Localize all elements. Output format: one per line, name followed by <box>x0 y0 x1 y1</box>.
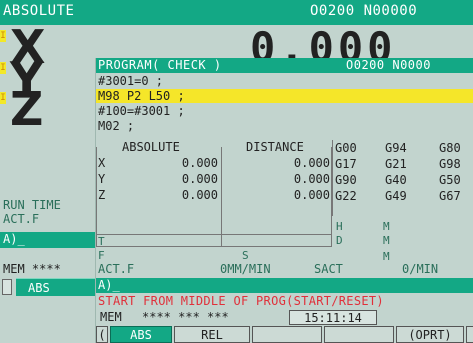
distance-value: 0.000 <box>293 156 330 170</box>
gcode: G40 <box>385 173 407 187</box>
absolute-value: 0.000 <box>181 156 218 170</box>
absolute-header: ABSOLUTE <box>122 140 180 154</box>
softkey-rel-button[interactable]: REL <box>174 326 250 343</box>
status-mode: MEM **** <box>3 262 61 276</box>
status-bar: MEM **** *** *** 15:11:14 <box>96 310 473 325</box>
gcode-row: G17 G21 G98 <box>333 156 473 172</box>
t-code-label: T <box>98 235 105 248</box>
axis-marker-z: I <box>0 92 6 104</box>
actual-feed-row: ACT.F 0MM/MIN SACT 0/MIN <box>96 262 473 276</box>
axis-label-z: Z <box>10 82 44 136</box>
program-line-current[interactable]: M98 P2 L50 ; <box>96 89 473 103</box>
program-line[interactable]: #100=#3001 ; <box>96 104 473 118</box>
axis-name: Y <box>98 172 106 186</box>
screen-title: PROGRAM( CHECK ) <box>98 58 222 72</box>
m-code-label: M <box>383 234 390 247</box>
axis-name: X <box>98 156 106 170</box>
softkey-bar: ( ABS REL (OPRT) <box>96 326 473 343</box>
program-line[interactable]: #3001=0 ; <box>96 74 473 88</box>
softkey-abs-button[interactable]: ABS <box>110 326 172 343</box>
m-code-label: M <box>383 220 390 233</box>
program-number: O0200 N00000 <box>310 3 418 19</box>
screen-header: ABSOLUTE O0200 N00000 <box>0 0 473 25</box>
program-number: O0200 N0000 <box>346 58 431 72</box>
softkey-left-edge[interactable] <box>2 279 12 295</box>
sact-label: SACT <box>314 262 343 276</box>
gcode-row: G00 G94 G80 <box>333 140 473 156</box>
coordinate-header: ABSOLUTE DISTANCE <box>96 140 332 155</box>
softkey-prev-button[interactable]: ( <box>96 326 108 343</box>
key-input-line[interactable]: A)_ <box>96 278 473 293</box>
act-f-label: ACT.F <box>98 262 135 276</box>
act-f-label: ACT.F <box>3 212 40 226</box>
d-code-label: D <box>336 234 343 247</box>
softkey-blank-button[interactable] <box>324 326 394 343</box>
gcode: G22 <box>335 189 357 203</box>
clock-time: 15:11:14 <box>289 310 377 325</box>
gcode: G21 <box>385 157 407 171</box>
f-code-label: F <box>98 249 105 262</box>
softkey-abs-button[interactable]: ABS <box>16 278 96 296</box>
absolute-value: 0.000 <box>181 188 218 202</box>
coordinate-row-y: Y 0.000 0.000 <box>96 172 332 186</box>
softkey-bar: ABS <box>0 277 96 297</box>
run-time-label: RUN TIME <box>3 198 61 212</box>
axis-marker-x: I <box>0 30 6 42</box>
axis-name: Z <box>98 188 106 202</box>
key-input-line[interactable]: A)_ <box>0 232 96 248</box>
program-line[interactable]: M02 ; <box>96 119 473 133</box>
program-check-screen: PROGRAM( CHECK ) O0200 N0000 #3001=0 ; M… <box>95 58 473 343</box>
coordinate-row-z: Z 0.000 0.000 <box>96 188 332 202</box>
coordinate-row-x: X 0.000 0.000 <box>96 156 332 170</box>
gcode: G94 <box>385 141 407 155</box>
absolute-value: 0.000 <box>181 172 218 186</box>
gcode: G00 <box>335 141 357 155</box>
gcode: G50 <box>439 173 461 187</box>
modal-gcode-area: G00 G94 G80 G17 G21 G98 G90 G40 G50 G22 … <box>332 140 473 216</box>
axis-marker-y: I <box>0 62 6 74</box>
gcode-row: G22 G49 G67 <box>333 188 473 204</box>
gcode: G17 <box>335 157 357 171</box>
status-mode: MEM <box>100 310 122 324</box>
gcode: G80 <box>439 141 461 155</box>
softkey-blank-button[interactable] <box>252 326 322 343</box>
sact-value: 0/MIN <box>402 262 439 276</box>
act-f-value: 0MM/MIN <box>220 262 271 276</box>
distance-header: DISTANCE <box>246 140 304 154</box>
gcode: G90 <box>335 173 357 187</box>
distance-value: 0.000 <box>293 188 330 202</box>
status-indicators: **** *** *** <box>142 310 229 324</box>
gcode: G98 <box>439 157 461 171</box>
warning-message: START FROM MIDDLE OF PROG(START/RESET) <box>98 294 384 308</box>
softkey-oprt-button[interactable]: (OPRT) <box>396 326 464 343</box>
screen-header: PROGRAM( CHECK ) O0200 N0000 <box>96 58 473 73</box>
gcode: G49 <box>385 189 407 203</box>
h-code-label: H <box>336 220 343 233</box>
gcode-row: G90 G40 G50 <box>333 172 473 188</box>
distance-value: 0.000 <box>293 172 330 186</box>
s-code-label: S <box>242 249 249 262</box>
softkey-next-button[interactable] <box>466 326 473 343</box>
screen-title: ABSOLUTE <box>3 3 75 19</box>
gcode: G67 <box>439 189 461 203</box>
